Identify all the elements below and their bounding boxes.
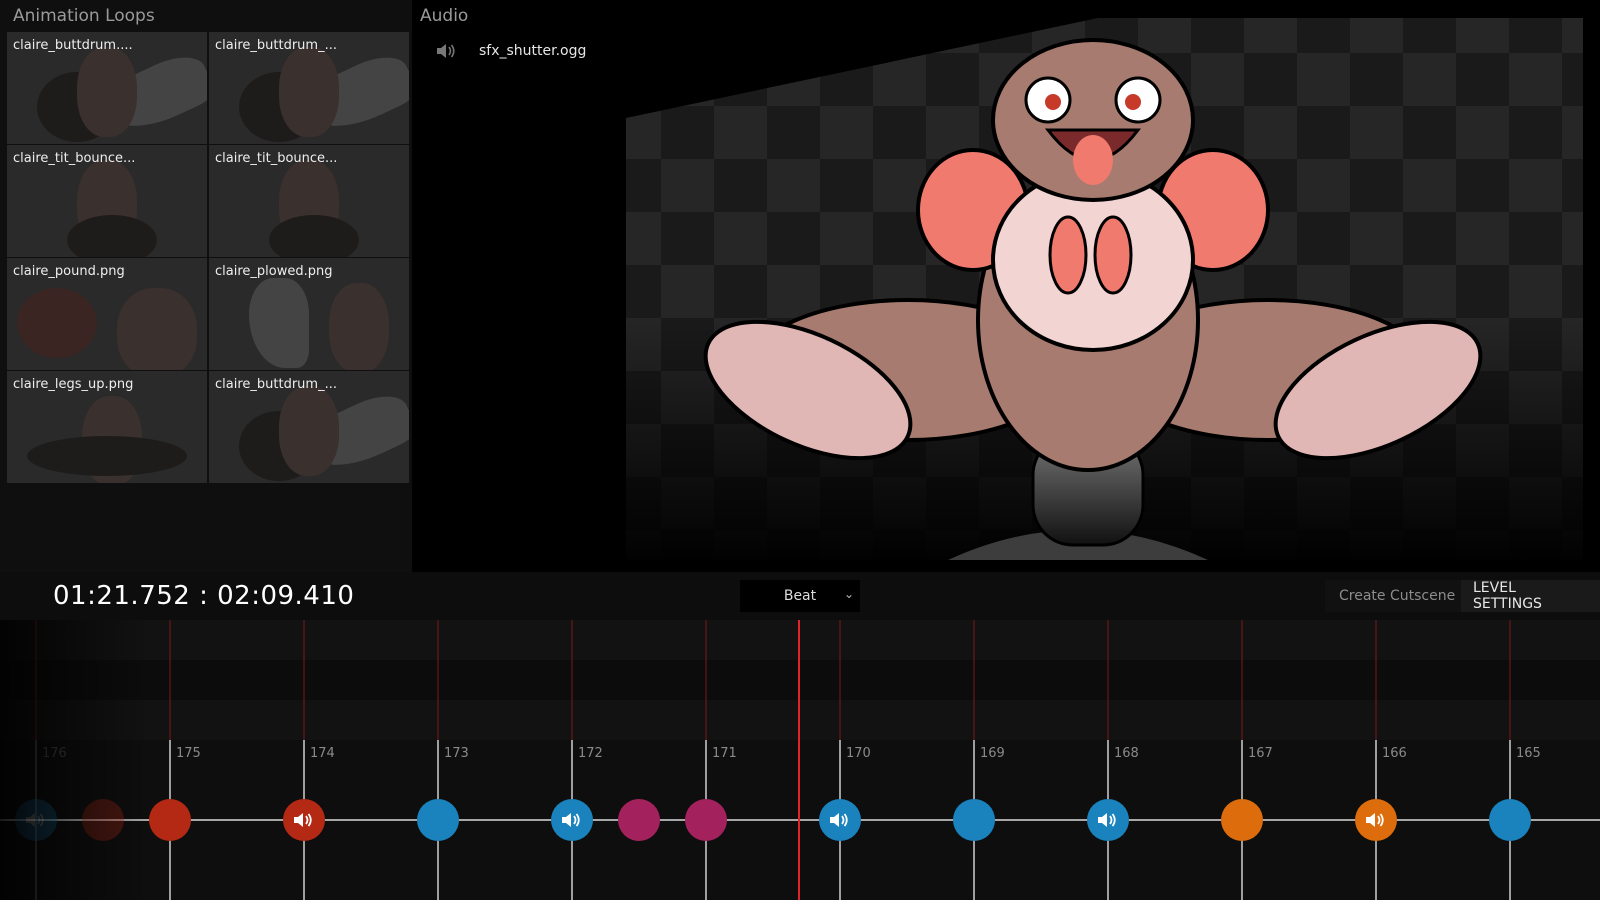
timecode-display: 01:21.752 : 02:09.410 <box>53 581 355 611</box>
animation-loops-panel: Animation Loops claire_buttdrum.... clai… <box>0 0 412 572</box>
loop-label: claire_tit_bounce... <box>215 151 338 166</box>
loop-thumbnail[interactable]: claire_pound.png <box>7 258 207 370</box>
loop-label: claire_pound.png <box>13 264 125 279</box>
marker-circle <box>819 799 861 841</box>
marker-circle <box>618 799 660 841</box>
speaker-icon[interactable] <box>435 42 457 60</box>
chevron-down-icon: ⌄ <box>843 587 854 601</box>
scene-preview[interactable] <box>608 0 1600 572</box>
beat-number: 166 <box>1382 746 1407 761</box>
beat-number: 169 <box>980 746 1005 761</box>
beat-number: 167 <box>1248 746 1273 761</box>
beat-number: 165 <box>1516 746 1541 761</box>
loop-label: claire_tit_bounce... <box>13 151 136 166</box>
loop-thumbnail[interactable]: claire_tit_bounce... <box>7 145 207 257</box>
snap-select[interactable]: Beat ⌄ <box>740 580 860 612</box>
audio-item[interactable]: sfx_shutter.ogg <box>435 42 586 60</box>
beat-number: 171 <box>712 746 737 761</box>
snap-select-value: Beat <box>783 588 817 604</box>
loop-thumbnail[interactable]: claire_buttdrum_... <box>209 32 409 144</box>
beat-timeline[interactable]: 176175174173172171170169168167166165 <box>0 620 1600 900</box>
create-cutscene-button[interactable]: Create Cutscene <box>1325 580 1470 612</box>
loop-label: claire_buttdrum_... <box>215 38 337 53</box>
beat-number: 172 <box>578 746 603 761</box>
animation-loops-title: Animation Loops <box>13 6 155 26</box>
animation-loops-grid: claire_buttdrum.... claire_buttdrum_... … <box>7 32 409 486</box>
loop-thumbnail[interactable]: claire_tit_bounce... <box>209 145 409 257</box>
beat-number: 173 <box>444 746 469 761</box>
audio-title: Audio <box>420 6 469 26</box>
level-settings-button[interactable]: LEVEL SETTINGS <box>1461 580 1600 612</box>
editor-toolbar: 01:21.752 : 02:09.410 Beat ⌄ Create Cuts… <box>0 572 1600 620</box>
sound-event-marker[interactable] <box>283 799 325 841</box>
event-marker[interactable] <box>618 799 660 841</box>
beat-number: 174 <box>310 746 335 761</box>
audio-file-name: sfx_shutter.ogg <box>479 43 587 59</box>
loop-label: claire_plowed.png <box>215 264 333 279</box>
beat-number: 168 <box>1114 746 1139 761</box>
sound-event-marker[interactable] <box>1355 799 1397 841</box>
marker-circle <box>953 799 995 841</box>
marker-circle <box>1489 799 1531 841</box>
marker-circle <box>149 799 191 841</box>
event-marker[interactable] <box>1489 799 1531 841</box>
event-marker[interactable] <box>417 799 459 841</box>
loop-thumbnail[interactable]: claire_buttdrum_... <box>209 371 409 483</box>
event-marker[interactable] <box>685 799 727 841</box>
beat-number: 170 <box>846 746 871 761</box>
marker-circle <box>283 799 325 841</box>
loop-label: claire_buttdrum.... <box>13 38 133 53</box>
event-marker[interactable] <box>149 799 191 841</box>
loop-label: claire_buttdrum_... <box>215 377 337 392</box>
marker-circle <box>685 799 727 841</box>
sound-event-marker[interactable] <box>819 799 861 841</box>
audio-panel: Audio sfx_shutter.ogg <box>413 0 608 572</box>
marker-circle <box>551 799 593 841</box>
beat-number: 175 <box>176 746 201 761</box>
marker-circle <box>1355 799 1397 841</box>
loop-label: claire_legs_up.png <box>13 377 134 392</box>
loop-thumbnail[interactable]: claire_buttdrum.... <box>7 32 207 144</box>
event-marker[interactable] <box>1221 799 1263 841</box>
marker-circle <box>417 799 459 841</box>
loop-thumbnail[interactable]: claire_legs_up.png <box>7 371 207 483</box>
marker-circle <box>1221 799 1263 841</box>
event-marker[interactable] <box>953 799 995 841</box>
sound-event-marker[interactable] <box>1087 799 1129 841</box>
marker-circle <box>1087 799 1129 841</box>
loop-thumbnail[interactable]: claire_plowed.png <box>209 258 409 370</box>
timeline-left-fade <box>0 620 150 900</box>
sound-event-marker[interactable] <box>551 799 593 841</box>
